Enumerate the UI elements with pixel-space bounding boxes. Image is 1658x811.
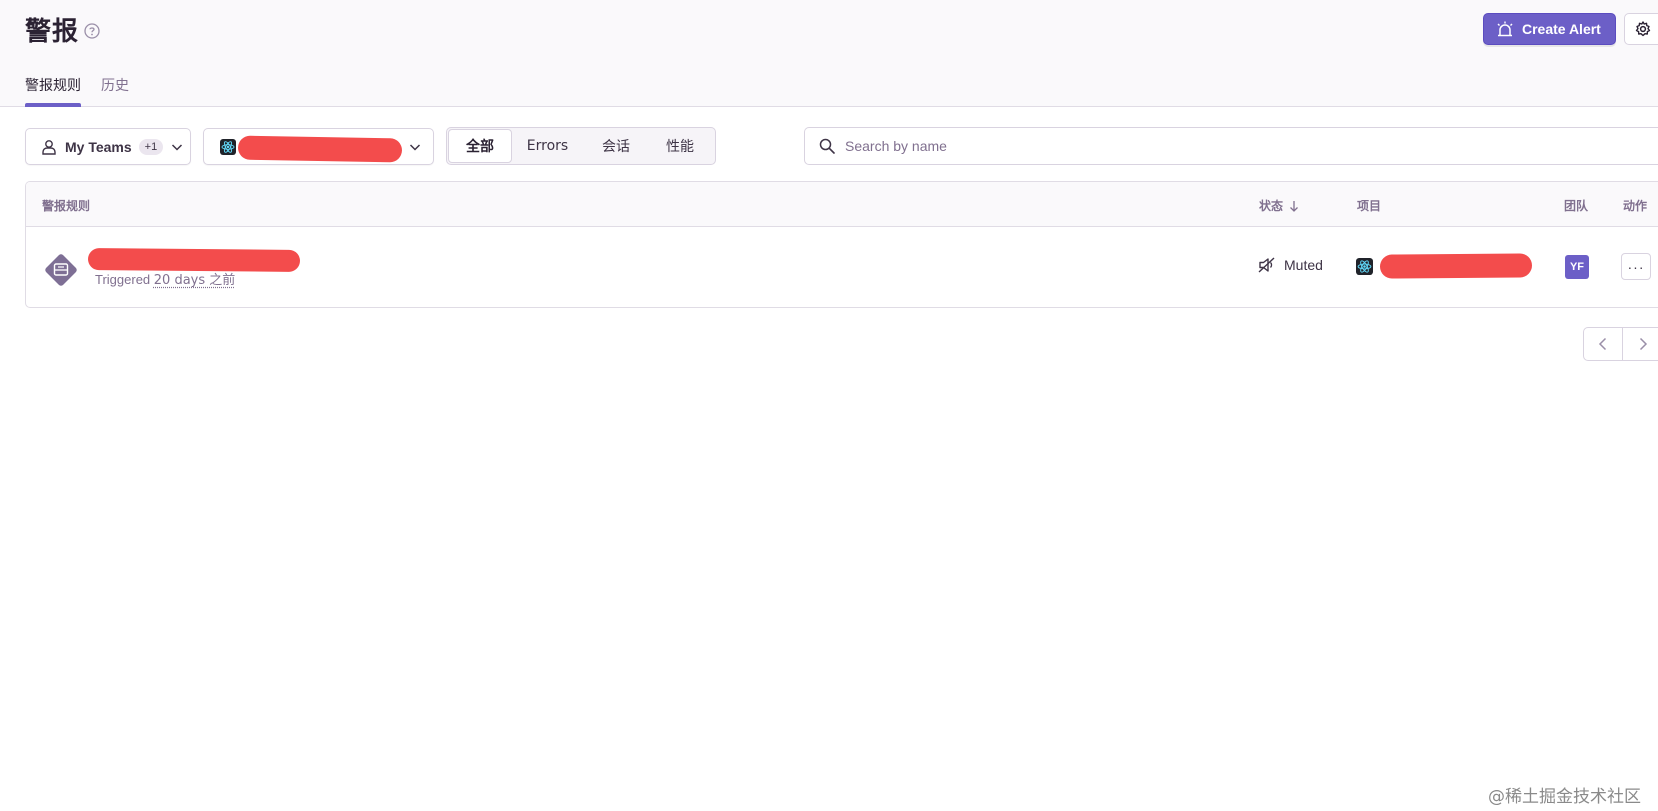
pagination [1583, 327, 1658, 361]
next-page-button[interactable] [1623, 328, 1658, 360]
search-input[interactable] [845, 138, 1545, 154]
page-header: 警报 Create Alert 警报规则 历史 [0, 0, 1658, 107]
active-tab-indicator [25, 103, 81, 107]
tab-alert-rules[interactable]: 警报规则 [25, 75, 81, 95]
settings-button[interactable] [1624, 13, 1658, 45]
alert-rules-table: 警报规则 状态 项目 团队 动作 Triggered 20 days 之前 Mu… [25, 181, 1658, 308]
column-header-team: 团队 [1564, 199, 1589, 213]
redacted-project-name [237, 135, 403, 163]
project-filter[interactable] [203, 128, 434, 165]
alert-rule-icon [45, 254, 77, 286]
table-row: Triggered 20 days 之前 Muted YF ··· [26, 227, 1658, 307]
column-header-status-label: 状态 [1259, 199, 1284, 213]
chevron-left-icon [1598, 337, 1607, 351]
chevron-down-icon [172, 143, 183, 151]
react-icon [1356, 258, 1373, 275]
siren-icon [1497, 21, 1513, 37]
rule-triggered-info: Triggered 20 days 之前 [95, 269, 235, 288]
mute-icon [1258, 257, 1275, 273]
segment-all[interactable]: 全部 [448, 129, 512, 163]
column-header-project: 项目 [1357, 199, 1382, 213]
triggered-time: 20 days 之前 [153, 273, 236, 288]
gear-icon [1635, 21, 1651, 37]
alert-type-segmented-control: 全部 Errors 会话 性能 [446, 127, 716, 165]
previous-page-button[interactable] [1584, 328, 1624, 360]
my-teams-filter[interactable]: My Teams +1 [25, 128, 191, 165]
rule-status: Muted [1258, 257, 1323, 273]
row-actions-button[interactable]: ··· [1621, 253, 1651, 280]
create-alert-label: Create Alert [1522, 21, 1601, 37]
segment-performance[interactable]: 性能 [649, 129, 711, 163]
react-icon [220, 138, 236, 155]
column-header-status[interactable]: 状态 [1259, 197, 1299, 214]
segment-sessions[interactable]: 会话 [583, 129, 649, 163]
chevron-down-icon [409, 144, 421, 151]
redacted-project-name [1379, 253, 1533, 279]
help-icon[interactable] [84, 23, 100, 39]
watermark: @稀土掘金技术社区 [1488, 787, 1641, 807]
column-header-actions: 动作 [1623, 199, 1648, 213]
segment-errors[interactable]: Errors [512, 129, 583, 163]
tab-history[interactable]: 历史 [101, 75, 129, 95]
chevron-right-icon [1639, 337, 1647, 351]
search-icon [819, 138, 835, 154]
status-label: Muted [1284, 257, 1323, 273]
user-icon [42, 139, 56, 155]
create-alert-button[interactable]: Create Alert [1483, 13, 1616, 45]
column-header-rule: 警报规则 [42, 199, 91, 213]
triggered-prefix: Triggered [95, 272, 151, 287]
teams-count-badge: +1 [138, 138, 164, 155]
page-title: 警报 [25, 17, 80, 47]
search-box [804, 127, 1658, 165]
table-header: 警报规则 状态 项目 团队 动作 [26, 182, 1658, 227]
my-teams-label: My Teams [65, 138, 132, 155]
sort-arrow-down-icon [1290, 200, 1298, 212]
team-avatar[interactable]: YF [1565, 255, 1589, 279]
